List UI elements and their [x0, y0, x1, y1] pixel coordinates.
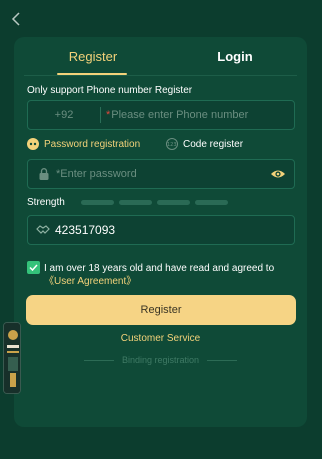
strength-segment	[119, 200, 152, 205]
auth-tabs: Register Login	[14, 37, 307, 77]
captcha-value: 423517093	[55, 223, 116, 237]
binding-registration[interactable]: Binding registration	[14, 355, 307, 365]
captcha-field[interactable]: 423517093	[27, 215, 295, 245]
back-button[interactable]	[8, 9, 24, 29]
user-agreement-link[interactable]: 《User Agreement》	[44, 276, 136, 287]
option-code-register[interactable]: 123 Code register	[166, 138, 243, 150]
register-hint: Only support Phone number Register	[27, 85, 193, 96]
agree-statement: I am over 18 years old and have read and…	[44, 263, 275, 274]
customer-service-link[interactable]: Customer Service	[14, 333, 307, 344]
required-mark: *	[106, 109, 111, 121]
strength-segment	[81, 200, 114, 205]
handshake-icon	[36, 225, 50, 234]
option-password-label: Password registration	[44, 138, 141, 150]
password-placeholder: *Enter password	[56, 168, 137, 180]
phone-input[interactable]: *Please enter Phone number	[106, 109, 248, 121]
tab-login[interactable]: Login	[210, 49, 260, 64]
tabs-divider	[24, 75, 297, 76]
eye-icon[interactable]	[270, 167, 286, 181]
strength-segment	[157, 200, 190, 205]
prefix-divider	[100, 107, 101, 123]
lock-icon	[39, 168, 49, 180]
auth-panel: Register Login Only support Phone number…	[14, 37, 307, 427]
phone-placeholder: Please enter Phone number	[111, 109, 249, 121]
svg-text:123: 123	[167, 142, 177, 147]
phone-prefix[interactable]: +92	[28, 101, 100, 129]
chevron-left-icon	[11, 12, 20, 26]
code-123-icon: 123	[166, 138, 178, 150]
strength-label: Strength	[27, 197, 65, 208]
password-field[interactable]: *Enter password	[27, 159, 295, 189]
promo-badge-icon	[4, 323, 20, 393]
check-icon	[29, 264, 38, 271]
strength-segment	[195, 200, 228, 205]
floating-promo-widget[interactable]	[3, 322, 21, 394]
phone-field[interactable]: +92 *Please enter Phone number	[27, 100, 295, 130]
binding-divider-right	[207, 360, 237, 361]
agree-text: I am over 18 years old and have read and…	[44, 262, 299, 288]
dots-icon	[27, 138, 39, 150]
agree-checkbox[interactable]	[27, 261, 40, 274]
option-code-label: Code register	[183, 138, 244, 150]
option-password-registration[interactable]: Password registration	[27, 138, 140, 150]
tab-register[interactable]: Register	[60, 49, 126, 64]
register-button[interactable]: Register	[26, 295, 296, 325]
